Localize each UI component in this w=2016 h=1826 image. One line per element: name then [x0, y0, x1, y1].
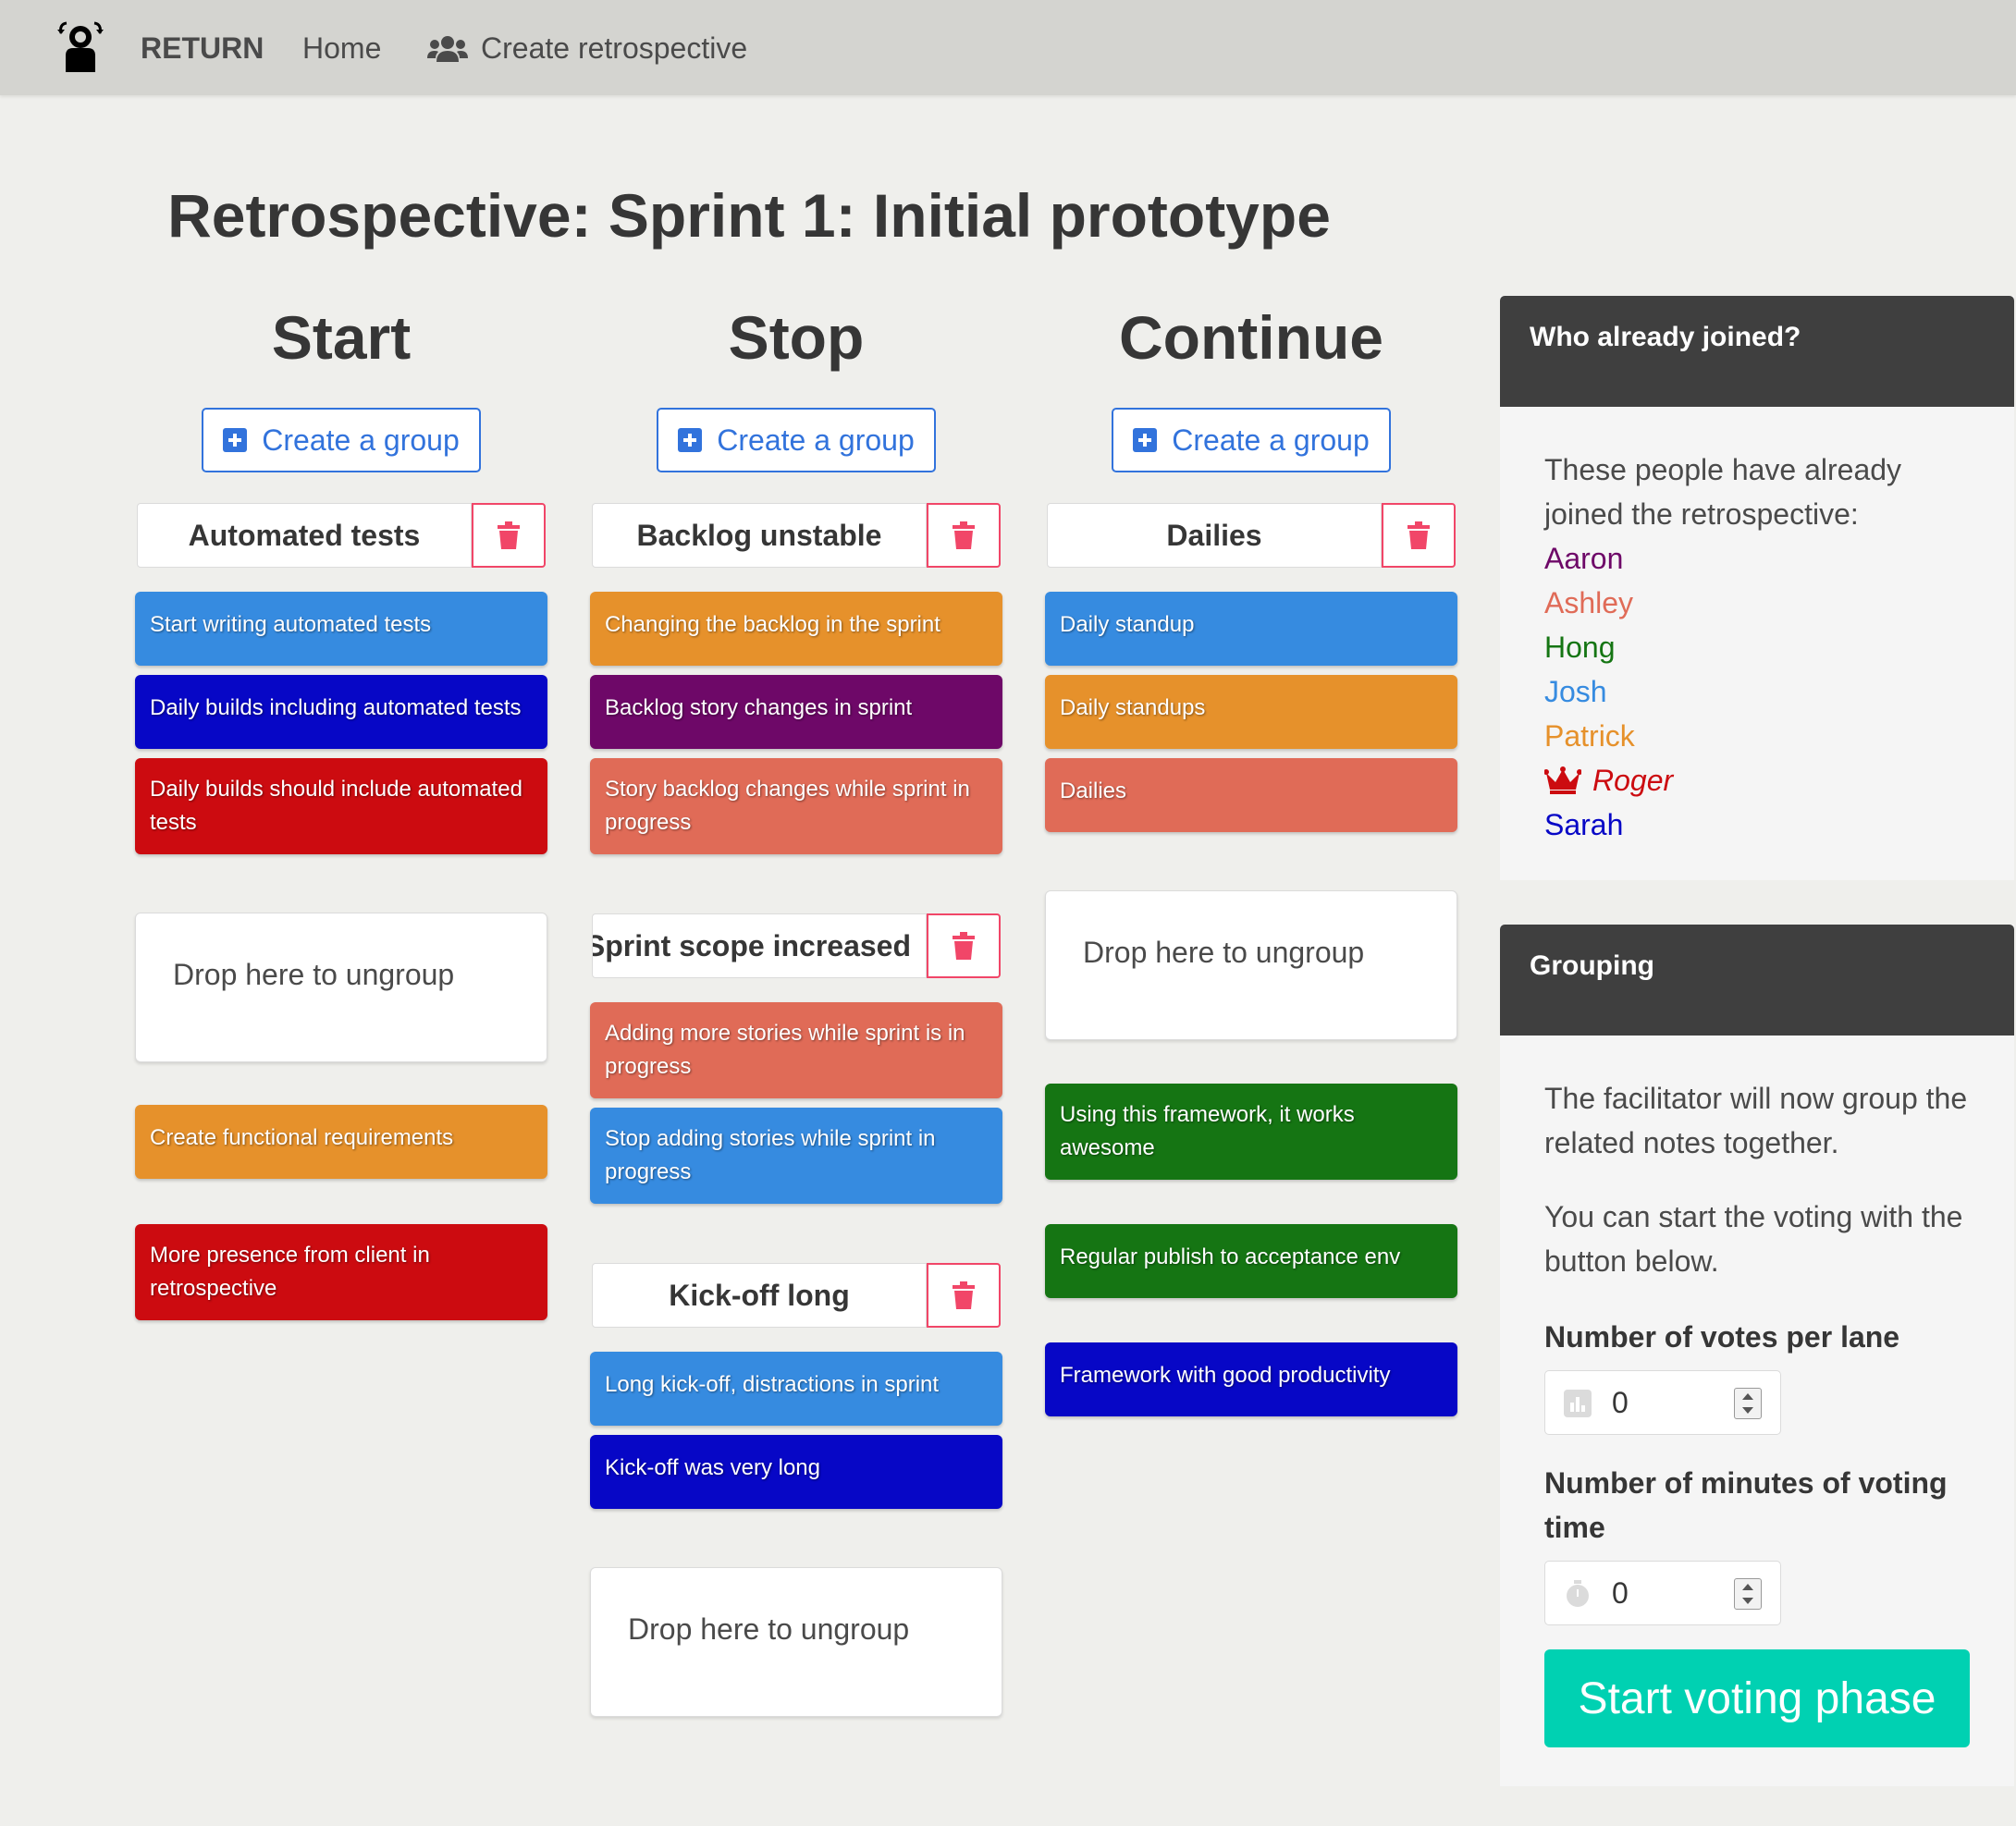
plus-square-icon [678, 428, 703, 452]
trash-icon [953, 932, 975, 960]
start-voting-button[interactable]: Start voting phase [1544, 1649, 1970, 1747]
note-card[interactable]: Start writing automated tests [135, 592, 547, 666]
nav-home-link[interactable]: Home [302, 31, 381, 66]
joined-panel: Who already joined? These people have al… [1500, 296, 2014, 880]
votes-per-lane-value[interactable]: 0 [1612, 1386, 1629, 1420]
note-card[interactable]: Framework with good productivity [1045, 1342, 1457, 1416]
grouping-instructions: You can start the voting with the button… [1544, 1200, 1963, 1278]
lane-continue: Continue Create a group Dailies Daily st… [1045, 296, 1457, 1416]
group-title[interactable]: Backlog unstable [592, 503, 927, 568]
group-header[interactable]: Backlog unstable [592, 503, 1002, 568]
note-card[interactable]: Adding more stories while sprint is in p… [590, 1002, 1002, 1098]
group-header[interactable]: Automated tests [137, 503, 547, 568]
voting-minutes-input[interactable]: 0 [1544, 1561, 1781, 1625]
participant-name: Ashley [1544, 586, 1634, 619]
note-card[interactable]: Long kick-off, distractions in sprint [590, 1352, 1002, 1426]
note-card[interactable]: Stop adding stories while sprint in prog… [590, 1108, 1002, 1204]
note-card[interactable]: Backlog story changes in sprint [590, 675, 1002, 749]
note-card[interactable]: Dailies [1045, 758, 1457, 832]
return-logo-icon[interactable] [54, 20, 107, 74]
joined-panel-heading: Who already joined? [1500, 296, 2014, 407]
users-icon [427, 35, 468, 62]
delete-group-button[interactable] [472, 503, 546, 568]
voting-minutes-value[interactable]: 0 [1612, 1576, 1629, 1611]
group-title[interactable]: Dailies [1047, 503, 1382, 568]
participant-name: Sarah [1544, 808, 1624, 841]
stopwatch-icon [1567, 1580, 1589, 1607]
group-title[interactable]: Kick-off long [592, 1263, 927, 1328]
lane-start: Start Create a group Automated tests Sta… [135, 296, 547, 1320]
grouping-panel-heading: Grouping [1500, 925, 2014, 1036]
group-title[interactable]: Automated tests [137, 503, 472, 568]
nav-create-retrospective-label: Create retrospective [481, 31, 748, 65]
page-title: Retrospective: Sprint 1: Initial prototy… [167, 181, 1331, 250]
group-header[interactable]: Dailies [1047, 503, 1457, 568]
lane-stop: Stop Create a group Backlog unstable Cha… [590, 296, 1002, 1717]
delete-group-button[interactable] [927, 913, 1001, 978]
crown-icon [1544, 766, 1581, 794]
trash-icon [953, 521, 975, 549]
participant-facilitator: Roger [1544, 758, 1970, 803]
note-card[interactable]: Daily standup [1045, 592, 1457, 666]
create-group-button[interactable]: Create a group [657, 408, 936, 472]
ungroup-dropzone[interactable]: Drop here to ungroup [590, 1567, 1002, 1717]
group-header[interactable]: Kick-off long [592, 1263, 1002, 1328]
note-card[interactable]: Daily standups [1045, 675, 1457, 749]
lane-title: Continue [1119, 303, 1383, 372]
note-card[interactable]: Daily builds should include automated te… [135, 758, 547, 854]
note-card[interactable]: More presence from client in retrospecti… [135, 1224, 547, 1320]
grouping-description: The facilitator will now group the relat… [1544, 1082, 1968, 1159]
votes-per-lane-input[interactable]: 0 [1544, 1370, 1781, 1435]
create-group-button[interactable]: Create a group [202, 408, 481, 472]
minutes-spinner-buttons[interactable] [1734, 1578, 1762, 1610]
lane-title: Stop [728, 303, 865, 372]
note-card[interactable]: Using this framework, it works awesome [1045, 1084, 1457, 1180]
participant-name: Josh [1544, 675, 1607, 708]
voting-minutes-label: Number of minutes of voting time [1544, 1466, 1948, 1544]
chart-icon [1564, 1390, 1592, 1417]
group-header[interactable]: Sprint scope increased [592, 913, 1002, 978]
participant-list: Aaron Ashley Hong Josh Patrick Roger Sar… [1544, 536, 1970, 847]
grouping-panel: Grouping The facilitator will now group … [1500, 925, 2014, 1786]
delete-group-button[interactable] [927, 1263, 1001, 1328]
participant-name: Patrick [1544, 719, 1635, 753]
joined-intro-text: These people have already joined the ret… [1544, 453, 1902, 531]
ungroup-dropzone[interactable]: Drop here to ungroup [135, 913, 547, 1062]
trash-icon [498, 521, 520, 549]
trash-icon [1408, 521, 1430, 549]
participant-name: Aaron [1544, 542, 1624, 575]
create-group-button[interactable]: Create a group [1112, 408, 1391, 472]
navbar: RETURN Home Create retrospective [0, 0, 2016, 95]
create-group-label: Create a group [262, 423, 460, 457]
votes-spinner-buttons[interactable] [1734, 1388, 1762, 1419]
note-card[interactable]: Changing the backlog in the sprint [590, 592, 1002, 666]
group-title[interactable]: Sprint scope increased [592, 913, 927, 978]
brand-name[interactable]: RETURN [141, 31, 264, 66]
participant-name: Roger [1592, 764, 1674, 797]
note-card[interactable]: Daily builds including automated tests [135, 675, 547, 749]
note-card[interactable]: Create functional requirements [135, 1105, 547, 1179]
participant-name: Hong [1544, 631, 1616, 664]
plus-square-icon [223, 428, 248, 452]
note-card[interactable]: Kick-off was very long [590, 1435, 1002, 1509]
create-group-label: Create a group [717, 423, 915, 457]
nav-create-retrospective-link[interactable]: Create retrospective [427, 31, 747, 66]
create-group-label: Create a group [1172, 423, 1370, 457]
ungroup-dropzone[interactable]: Drop here to ungroup [1045, 890, 1457, 1040]
trash-icon [953, 1281, 975, 1309]
votes-per-lane-label: Number of votes per lane [1544, 1320, 1900, 1354]
lane-title: Start [271, 303, 412, 372]
note-card[interactable]: Regular publish to acceptance env [1045, 1224, 1457, 1298]
delete-group-button[interactable] [1382, 503, 1456, 568]
plus-square-icon [1133, 428, 1158, 452]
note-card[interactable]: Story backlog changes while sprint in pr… [590, 758, 1002, 854]
delete-group-button[interactable] [927, 503, 1001, 568]
